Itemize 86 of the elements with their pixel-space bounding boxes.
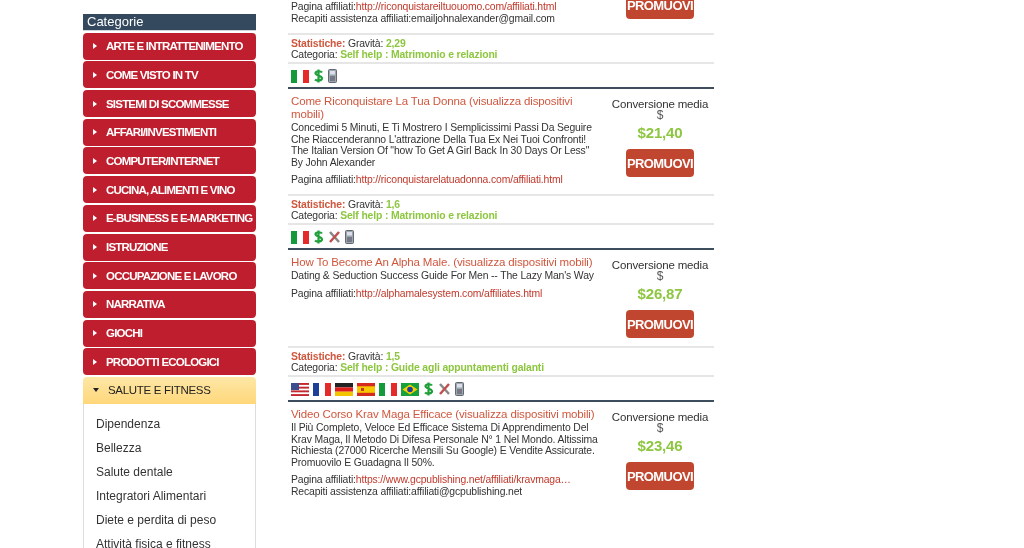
- caret-down-icon: [93, 388, 99, 393]
- gravity-label: Gravità:: [347, 199, 384, 210]
- category-label: Categoria:: [291, 210, 338, 221]
- caret-right-icon: [93, 358, 97, 365]
- promote-button[interactable]: PROMUOVI: [626, 149, 694, 177]
- category-item[interactable]: COME VISTO IN TV: [83, 61, 256, 89]
- italy-flag-icon: [379, 382, 397, 396]
- germany-flag-icon: [335, 382, 353, 396]
- caret-right-icon: [93, 100, 97, 107]
- gravity-value: 2,29: [385, 38, 406, 49]
- caret-right-icon: [93, 301, 97, 308]
- category-item[interactable]: OCCUPAZIONE E LAVORO: [83, 262, 256, 290]
- sidebar-header: Categorie: [83, 14, 256, 31]
- gravity-label: Gravità:: [347, 38, 384, 49]
- product-description: Il Più Completo, Veloce Ed Efficace Sistema Di Apprendimento Del Krav Maga, Il Metodo Di Difesa Personale N° 1 Nel Mondo. Altissima Richiesta (27000 Ricerche Mensili Su Google) E Vendite Assicurate. Promuovilo E Guadagna Il 50%.: [291, 422, 599, 468]
- subcategory-link[interactable]: Attività fisica e fitness: [96, 531, 211, 548]
- promote-button[interactable]: PROMUOVI: [626, 462, 694, 490]
- conversion-amount: $23,46: [637, 437, 683, 454]
- category-item[interactable]: NARRATIVA: [83, 290, 256, 318]
- promote-button[interactable]: PROMUOVI: [626, 310, 694, 338]
- category-item[interactable]: PRODOTTI ECOLOGICI: [83, 348, 256, 376]
- promote-button[interactable]: PROMUOVI: [626, 0, 694, 19]
- italy-flag-icon: [291, 69, 309, 83]
- france-flag-icon: [313, 382, 331, 396]
- conversion-label: Conversione media: [611, 98, 709, 110]
- subcategory-link[interactable]: Integratori Alimentari: [96, 483, 207, 508]
- affiliate-page-text: Pagina affiliati:http://alphamalesystem.com/affiliates.html: [291, 287, 544, 300]
- brazil-flag-icon: [401, 382, 419, 396]
- subcategory-link[interactable]: Diete e perdita di peso: [96, 507, 217, 532]
- caret-right-icon: [93, 43, 97, 50]
- stats-label: Statistiche:: [291, 38, 346, 49]
- caret-right-icon: [93, 330, 97, 337]
- subcategory-link[interactable]: Dipendenza: [96, 411, 161, 436]
- dollar-icon: [313, 230, 324, 244]
- tools-icon: [438, 382, 451, 396]
- dollar-icon: [423, 382, 434, 396]
- gravity-label: Gravità:: [347, 351, 384, 362]
- category-label: Categoria:: [291, 362, 338, 373]
- affiliate-page-text: Pagina affiliati:http://riconquistareiltuouomo.com/affiliati.html: [291, 1, 558, 13]
- mobile-phone-icon: [345, 230, 354, 244]
- category-item[interactable]: GIOCHI: [83, 319, 256, 347]
- category-item[interactable]: CUCINA, ALIMENTI E VINO: [83, 176, 256, 204]
- stats-label: Statistiche:: [291, 351, 346, 362]
- category-item[interactable]: ARTE E INTRATTENIMENTO: [83, 32, 256, 60]
- category-item[interactable]: E-BUSINESS E E-MARKETING: [83, 204, 256, 232]
- conversion-amount: $21,40: [637, 124, 683, 141]
- caret-right-icon: [93, 157, 97, 164]
- italy-flag-icon: [291, 230, 309, 244]
- category-item[interactable]: SISTEMI DI SCOMMESSE: [83, 90, 256, 118]
- conversion-amount: $26,87: [637, 285, 683, 302]
- caret-right-icon: [93, 71, 97, 78]
- affiliate-page-text: Pagina affiliati:https://www.gcpublishing.net/affiliati/kravmaga…: [291, 474, 572, 486]
- gravity-value: 1,6: [385, 199, 400, 210]
- mobile-phone-icon: [328, 69, 337, 83]
- currency-label: $: [656, 110, 664, 121]
- caret-right-icon: [93, 215, 97, 222]
- tools-icon: [328, 230, 341, 244]
- product-description: Dating & Seduction Success Guide For Men -- The Lazy Man's Way: [291, 270, 595, 282]
- product-title-link[interactable]: Video Corso Krav Maga Efficace (visualizza dispositivi mobili): [291, 408, 600, 421]
- affiliate-page-text: Pagina affiliati:http://riconquistarelatuadonna.com/affiliati.html: [291, 174, 564, 186]
- usa-flag-icon: [291, 382, 309, 396]
- caret-right-icon: [93, 129, 97, 136]
- conversion-label: Conversione media: [611, 259, 709, 271]
- product-title-link[interactable]: How To Become An Alpha Male. (visualizza dispositivi mobili): [291, 256, 600, 269]
- currency-label: $: [656, 423, 664, 434]
- product-description: Concedimi 5 Minuti, E Ti Mostrero I Semplicissimi Passi Da Seguire Che Riaccenderanno L'attrazione Della Tua Ex Nei Tuoi Confronti! The Italian Version Of "how To Get A Girl Back In 30 Days Or Less" By John Alexander: [291, 122, 593, 168]
- gravity-value: 1,5: [385, 351, 400, 362]
- category-item[interactable]: COMPUTER/INTERNET: [83, 147, 256, 175]
- conversion-label: Conversione media: [611, 411, 709, 423]
- category-item[interactable]: SALUTE E FITNESS: [83, 376, 256, 404]
- stats-label: Statistiche:: [291, 199, 346, 210]
- spain-flag-icon: [357, 382, 375, 396]
- category-item[interactable]: AFFARI/INVESTIMENTI: [83, 118, 256, 146]
- dollar-icon: [313, 69, 324, 83]
- affiliate-support-text: Recapiti assistenza affiliati:emailjohnalexander@gmail.com: [291, 13, 556, 25]
- caret-right-icon: [93, 186, 97, 193]
- product-title-link[interactable]: Come Riconquistare La Tua Donna (visualizza dispositivi mobili): [291, 95, 600, 121]
- caret-right-icon: [93, 272, 97, 279]
- subcategory-link[interactable]: Salute dentale: [96, 459, 173, 484]
- subcategory-link[interactable]: Bellezza: [96, 435, 142, 460]
- mobile-phone-icon: [455, 382, 464, 396]
- caret-right-icon: [93, 244, 97, 250]
- category-item[interactable]: ISTRUZIONE: [83, 233, 256, 261]
- currency-label: $: [656, 271, 664, 282]
- category-label: Categoria:: [291, 49, 338, 60]
- affiliate-support-text: Recapiti assistenza affiliati:affiliati@gcpublishing.net: [291, 486, 524, 498]
